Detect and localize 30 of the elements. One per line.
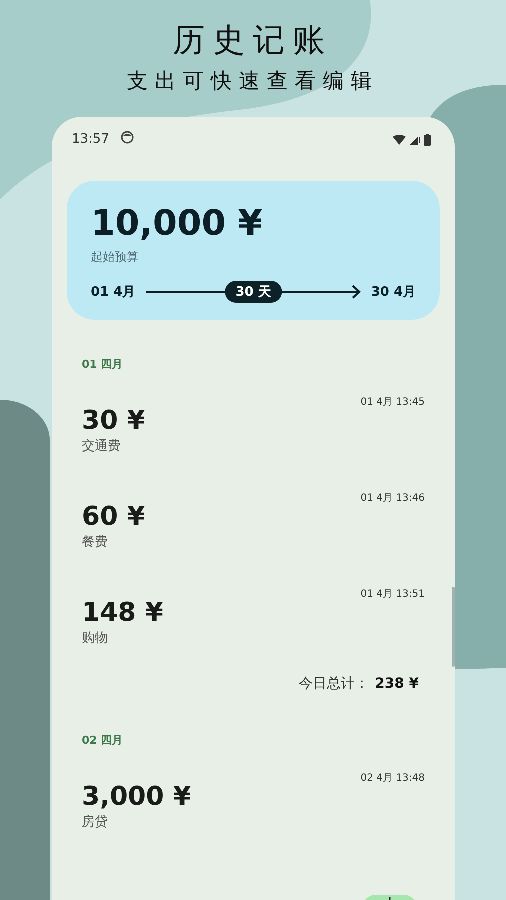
- duration-badge: 30 天: [224, 281, 282, 303]
- start-date: 01 4月: [91, 284, 136, 301]
- expense-category: 购物: [82, 630, 109, 648]
- expense-amount[interactable]: 148 ¥: [82, 596, 361, 630]
- expense-time: 01 4月 13:46: [360, 492, 425, 506]
- status-time: 13:57: [72, 131, 110, 149]
- budget-label: 起始预算: [91, 249, 140, 265]
- wifi-icon: [393, 135, 406, 145]
- total-value: 238 ¥: [375, 676, 419, 692]
- signal-icon: [410, 135, 420, 145]
- battery-icon: [424, 134, 431, 146]
- expense-category: 交通费: [82, 438, 122, 456]
- total-label: 今日总计：: [299, 675, 370, 693]
- promo-subtitle: 支出可快速查看编辑: [127, 68, 379, 95]
- promo-title: 历史记账: [173, 20, 333, 61]
- budget-amount: 10,000 ¥: [91, 203, 264, 245]
- expense-category: 餐费: [82, 534, 109, 552]
- expense-amount[interactable]: 30 ¥: [82, 404, 361, 438]
- expense-time: 01 4月 13:51: [360, 588, 425, 602]
- expense-time: 02 4月 13:48: [360, 772, 425, 786]
- expense-time: 01 4月 13:45: [360, 396, 425, 410]
- end-date: 30 4月: [371, 284, 416, 301]
- scrollbar[interactable]: [452, 587, 455, 667]
- expense-category: 房贷: [82, 814, 109, 832]
- expense-amount[interactable]: 3,000 ¥: [82, 780, 361, 814]
- date-header: 02 四月: [82, 733, 124, 749]
- face-icon: [121, 131, 134, 144]
- budget-card[interactable]: 10,000 ¥ 起始预算 01 4月 30 天 30 4月: [67, 181, 440, 320]
- date-header: 01 四月: [82, 357, 124, 373]
- expense-amount[interactable]: 60 ¥: [82, 500, 361, 534]
